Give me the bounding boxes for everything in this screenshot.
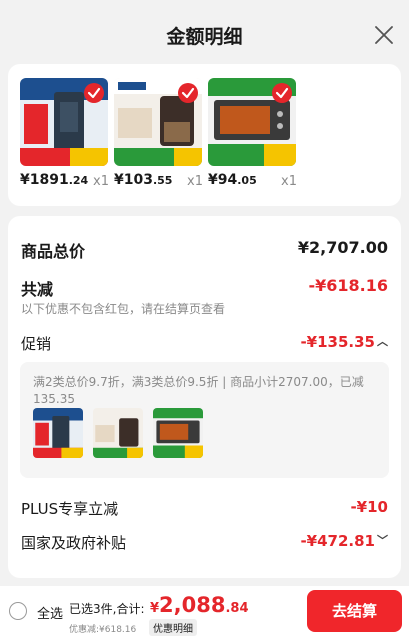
- promotion-product-thumbnail[interactable]: [33, 408, 83, 458]
- plus-discount-label: PLUS专享立减: [21, 500, 119, 518]
- plus-discount-row: PLUS专享立减 -¥10: [21, 498, 388, 519]
- checkout-button[interactable]: 去结算: [307, 590, 402, 632]
- water-purifier-image: [33, 408, 83, 458]
- total-price-value: ¥2,707.00: [297, 238, 388, 257]
- promotion-product-thumbnail[interactable]: [153, 408, 203, 458]
- coffee-maker-image: [93, 408, 143, 458]
- chevron-up-icon: ︿: [377, 335, 388, 348]
- total-reduction-value: -¥618.16: [308, 276, 388, 295]
- total-reduction-label: 共减: [21, 280, 54, 299]
- plus-discount-value: -¥10: [350, 498, 388, 516]
- product-quantity: x1: [187, 174, 203, 189]
- promotion-rule-text: 满2类总价9.7折，满3类总价9.5折 | 商品小计2707.00，已减135.…: [33, 375, 364, 406]
- total-amount: ¥2,088.84: [150, 593, 249, 617]
- government-subsidy-label: 国家及政府补贴: [21, 534, 127, 552]
- select-all-label[interactable]: 全选: [37, 603, 63, 622]
- product-thumbnail: [208, 78, 296, 166]
- government-subsidy-value: -¥472.81 ﹀: [300, 532, 388, 550]
- product-quantity: x1: [93, 174, 109, 189]
- product-item[interactable]: [114, 78, 202, 166]
- promotion-product-thumbnail[interactable]: [93, 408, 143, 458]
- promotion-value: -¥135.35 ︿: [300, 333, 388, 351]
- amount-details-card: 商品总价 ¥2,707.00 共减 -¥618.16 以下优惠不包含红包，请在结…: [8, 216, 401, 578]
- reduction-note: 以下优惠不包含红包，请在结算页查看: [21, 302, 226, 316]
- product-quantity: x1: [281, 174, 297, 189]
- product-thumbnail: [114, 78, 202, 166]
- product-item[interactable]: [20, 78, 108, 166]
- discount-summary: 优惠减:¥618.16: [69, 625, 137, 635]
- product-price: ¥1891.24: [20, 172, 89, 188]
- product-thumbnail: [20, 78, 108, 166]
- dialog-header: 金额明细: [0, 0, 409, 62]
- promotion-detail-box: 满2类总价9.7折，满3类总价9.5折 | 商品小计2707.00，已减135.…: [20, 362, 389, 478]
- close-icon[interactable]: [373, 24, 395, 46]
- discount-detail-link[interactable]: 优惠明细: [149, 619, 197, 636]
- total-price-label: 商品总价: [21, 242, 86, 261]
- checkout-bar: 全选 已选3件,合计: ¥2,088.84 优惠减:¥618.16 优惠明细 去…: [0, 586, 409, 636]
- checked-icon[interactable]: [177, 82, 199, 104]
- promotion-label: 促销: [21, 335, 52, 353]
- product-price: ¥94.05: [208, 172, 257, 188]
- total-price-row: 商品总价 ¥2,707.00: [21, 238, 388, 262]
- toaster-oven-image: [153, 408, 203, 458]
- promotion-row[interactable]: 促销 -¥135.35 ︿: [21, 333, 388, 354]
- total-reduction-row: 共减 -¥618.16: [21, 276, 388, 300]
- product-price: ¥103.55: [114, 172, 173, 188]
- product-list-card: ¥1891.24 x1 ¥103.55 x1 ¥94.05 x1: [8, 64, 401, 206]
- selected-count: 已选3件,合计:: [69, 602, 145, 616]
- government-subsidy-row[interactable]: 国家及政府补贴 -¥472.81 ﹀: [21, 532, 388, 553]
- dialog-title: 金额明细: [166, 26, 243, 48]
- product-item[interactable]: [208, 78, 296, 166]
- checked-icon[interactable]: [83, 82, 105, 104]
- select-all-radio[interactable]: [9, 602, 27, 620]
- chevron-down-icon: ﹀: [377, 534, 388, 547]
- checked-icon[interactable]: [271, 82, 293, 104]
